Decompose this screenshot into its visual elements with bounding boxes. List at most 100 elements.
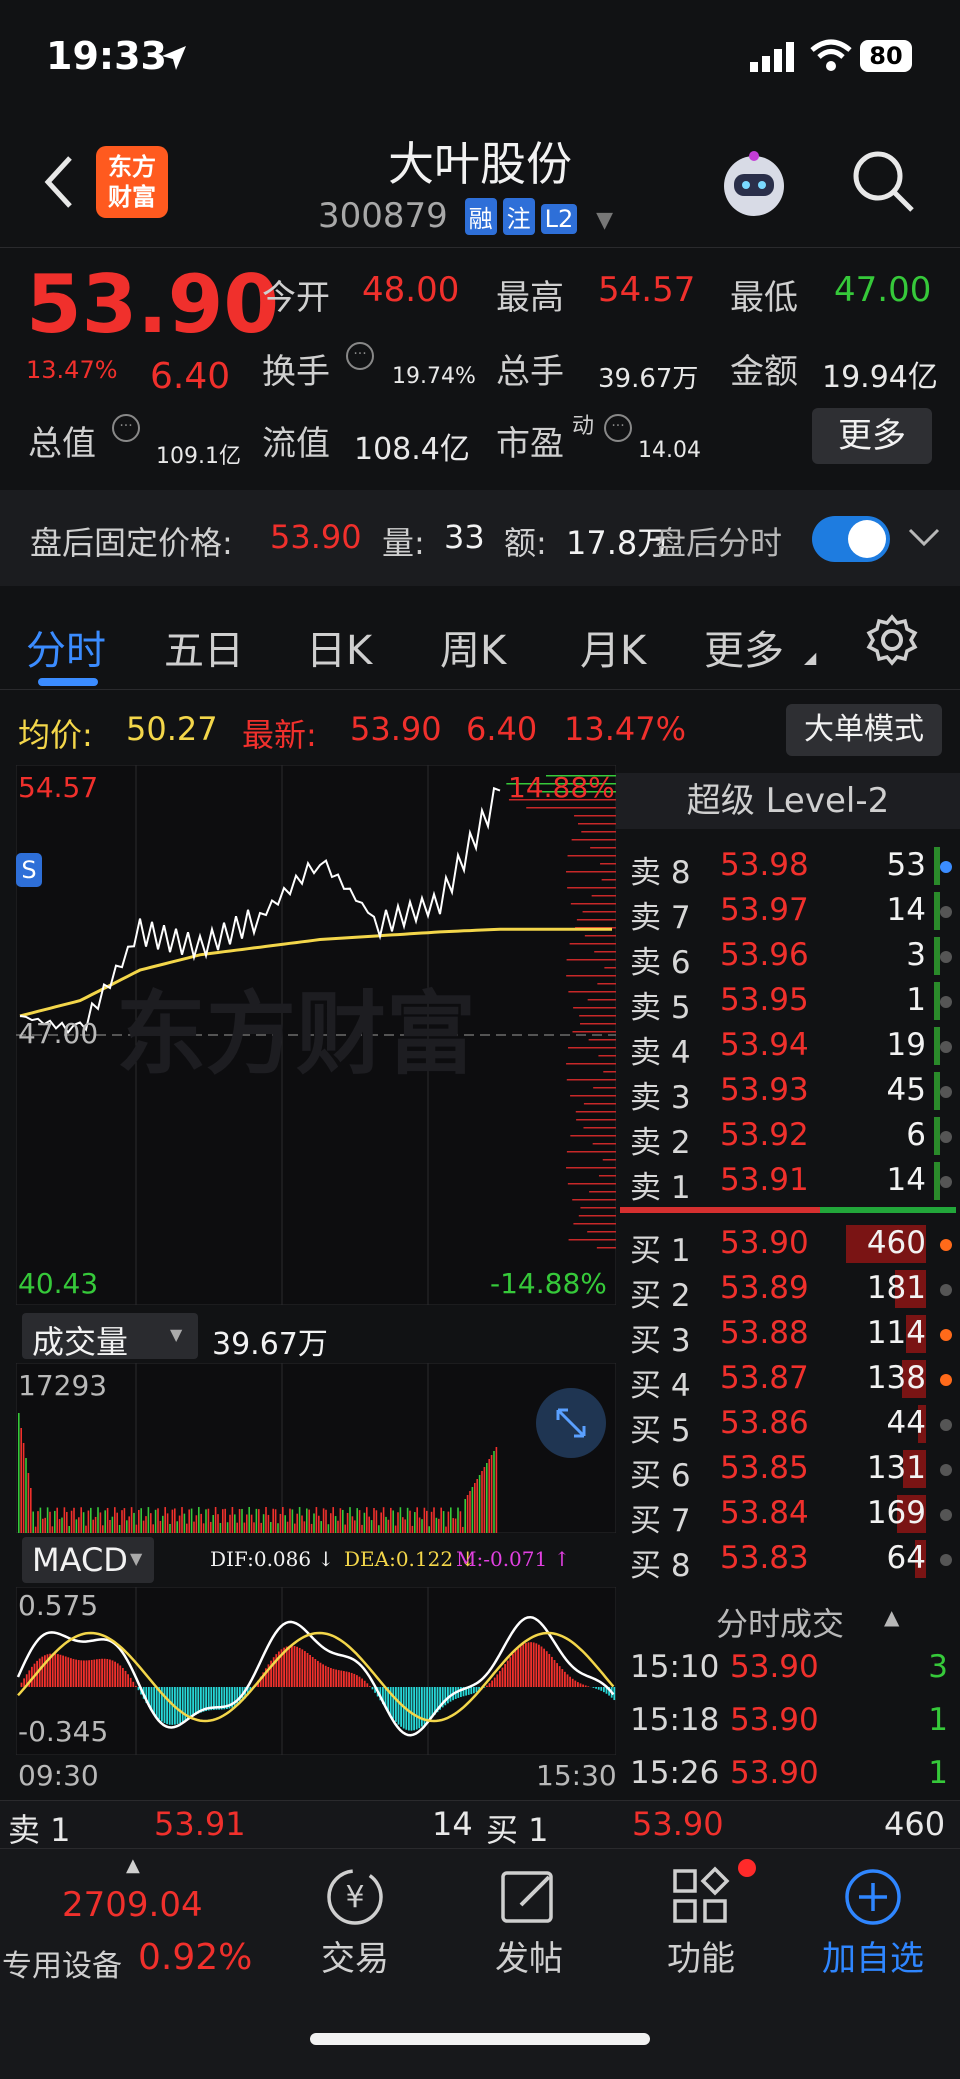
volume-bar <box>306 1508 308 1533</box>
macd-bar <box>408 1687 410 1731</box>
stock-code-row[interactable]: 300879 融注 L2 ▼ <box>318 196 613 236</box>
ask-row[interactable]: 卖 8 53.98 53 <box>616 843 960 891</box>
expand-icon[interactable] <box>536 1388 606 1458</box>
home-indicator <box>310 2033 650 2045</box>
volume-bar <box>205 1509 207 1533</box>
status-bar: 19:33 80 <box>0 0 960 118</box>
volume-bar <box>286 1521 289 1533</box>
macd-indicator-selector[interactable]: MACD ▼ <box>22 1537 154 1583</box>
macd-bar <box>564 1671 566 1687</box>
bid-row[interactable]: 买 8 53.83 64 <box>616 1536 960 1584</box>
bid-row[interactable]: 买 5 53.86 44 <box>616 1401 960 1449</box>
macd-bar <box>23 1678 25 1687</box>
intraday-price-chart[interactable]: 东方财富 <box>16 765 616 1305</box>
macd-bar <box>595 1687 597 1689</box>
macd-bar <box>415 1687 418 1730</box>
volume-bar <box>42 1518 44 1533</box>
volume-bar <box>346 1512 349 1533</box>
macd-bar <box>447 1687 449 1704</box>
search-icon[interactable] <box>850 148 916 214</box>
macd-bar <box>561 1669 564 1687</box>
nav-post[interactable]: 发帖 <box>454 1849 604 1999</box>
ask-row[interactable]: 卖 6 53.96 3 <box>616 933 960 981</box>
settings-gear-icon[interactable] <box>866 614 918 666</box>
ask-price: 53.93 <box>720 1072 809 1108</box>
volume-indicator-selector[interactable]: 成交量 ▼ <box>22 1313 198 1361</box>
macd-bar <box>335 1669 337 1687</box>
tab-weekly-k[interactable]: 周K <box>440 618 506 676</box>
macd-bar <box>327 1667 330 1687</box>
svg-text:¥: ¥ <box>345 1880 364 1915</box>
ask-row[interactable]: 卖 3 53.93 45 <box>616 1068 960 1116</box>
ask-row[interactable]: 卖 1 53.91 14 <box>616 1158 960 1206</box>
s-badge[interactable]: S <box>16 853 42 887</box>
volume-bar <box>313 1513 315 1533</box>
volume-bar <box>162 1515 164 1533</box>
tab-intraday[interactable]: 分时 <box>26 618 106 676</box>
macd-bar <box>319 1662 322 1687</box>
bid-row[interactable]: 买 7 53.84 169 <box>616 1491 960 1539</box>
macd-bar <box>499 1671 501 1687</box>
volume-bar <box>255 1508 258 1533</box>
tick-time: 15:18 <box>630 1702 720 1738</box>
volume-bar <box>380 1512 382 1533</box>
big-order-mode-button[interactable]: 大单模式 <box>786 704 942 756</box>
macd-bar <box>77 1660 80 1687</box>
ticker-buy-price: 53.90 <box>632 1805 724 1843</box>
tab-more[interactable]: 更多 <box>704 618 784 676</box>
volume-bar <box>438 1518 440 1533</box>
macd-bar <box>38 1658 41 1687</box>
ask-row[interactable]: 卖 7 53.97 14 <box>616 888 960 936</box>
volume-bar <box>416 1507 418 1533</box>
volume-bar <box>248 1507 250 1533</box>
bid-row[interactable]: 买 4 53.87 138 <box>616 1356 960 1404</box>
bid-row[interactable]: 买 6 53.85 131 <box>616 1446 960 1494</box>
tab-five-day[interactable]: 五日 <box>164 618 244 676</box>
tab-monthly-k[interactable]: 月K <box>580 618 646 676</box>
bid-row[interactable]: 买 2 53.89 181 <box>616 1266 960 1314</box>
volume-bar <box>378 1525 380 1533</box>
volume-bar <box>258 1509 260 1533</box>
nav-add-watchlist[interactable]: 加自选 <box>798 1849 948 1999</box>
macd-bar <box>340 1670 343 1687</box>
nav-trade[interactable]: ¥ 交易 <box>280 1849 430 1999</box>
macd-bar <box>356 1675 358 1687</box>
volume-bar <box>394 1525 397 1533</box>
volume-bar <box>270 1522 272 1533</box>
after-hours-toggle[interactable] <box>812 516 890 562</box>
volume-bar <box>397 1512 399 1533</box>
after-hours-price: 53.90 <box>270 518 362 556</box>
after-hours-vol-label: 量: <box>382 524 425 562</box>
macd-bar <box>600 1687 603 1691</box>
more-button[interactable]: 更多 <box>812 408 932 464</box>
ask-volume: 53 <box>886 847 926 883</box>
ask-row[interactable]: 卖 5 53.95 1 <box>616 978 960 1026</box>
volume-bar <box>217 1514 219 1533</box>
volume-bar <box>61 1517 63 1533</box>
pe-value: 14.04 <box>638 438 701 463</box>
ask-label: 卖 6 <box>630 945 691 981</box>
tick-trades-header[interactable]: 分时成交 ▲ <box>616 1591 960 1643</box>
bid-row[interactable]: 买 1 53.90 460 <box>616 1221 960 1269</box>
info-icon[interactable]: ··· <box>346 342 374 370</box>
volume-bar <box>135 1524 138 1533</box>
volume-bar <box>387 1519 390 1533</box>
tick-volume: 1 <box>928 1755 948 1791</box>
info-icon[interactable]: ··· <box>112 414 140 442</box>
tab-daily-k[interactable]: 日K <box>306 618 372 676</box>
nav-functions[interactable]: 功能 <box>626 1849 776 1999</box>
macd-bar <box>317 1660 319 1687</box>
ask-row[interactable]: 卖 2 53.92 6 <box>616 1113 960 1161</box>
volume-bar <box>332 1507 334 1533</box>
volume-bar <box>231 1507 234 1533</box>
bid-row[interactable]: 买 3 53.88 114 <box>616 1311 960 1359</box>
info-icon[interactable]: ··· <box>604 414 632 442</box>
chevron-down-icon[interactable] <box>908 526 940 550</box>
volume-bar <box>82 1512 85 1533</box>
ask-row[interactable]: 卖 4 53.94 19 <box>616 1023 960 1071</box>
macd-bar <box>189 1687 192 1718</box>
chart-panel: 东方财富 54.57 14.88% 47.00 40.43 -14.88% S … <box>16 765 617 1795</box>
macd-bar <box>322 1664 324 1687</box>
robot-assistant-icon[interactable] <box>716 148 792 224</box>
sector-index-widget[interactable]: ▲ 2709.04 专用设备 0.92% <box>0 1849 260 1999</box>
